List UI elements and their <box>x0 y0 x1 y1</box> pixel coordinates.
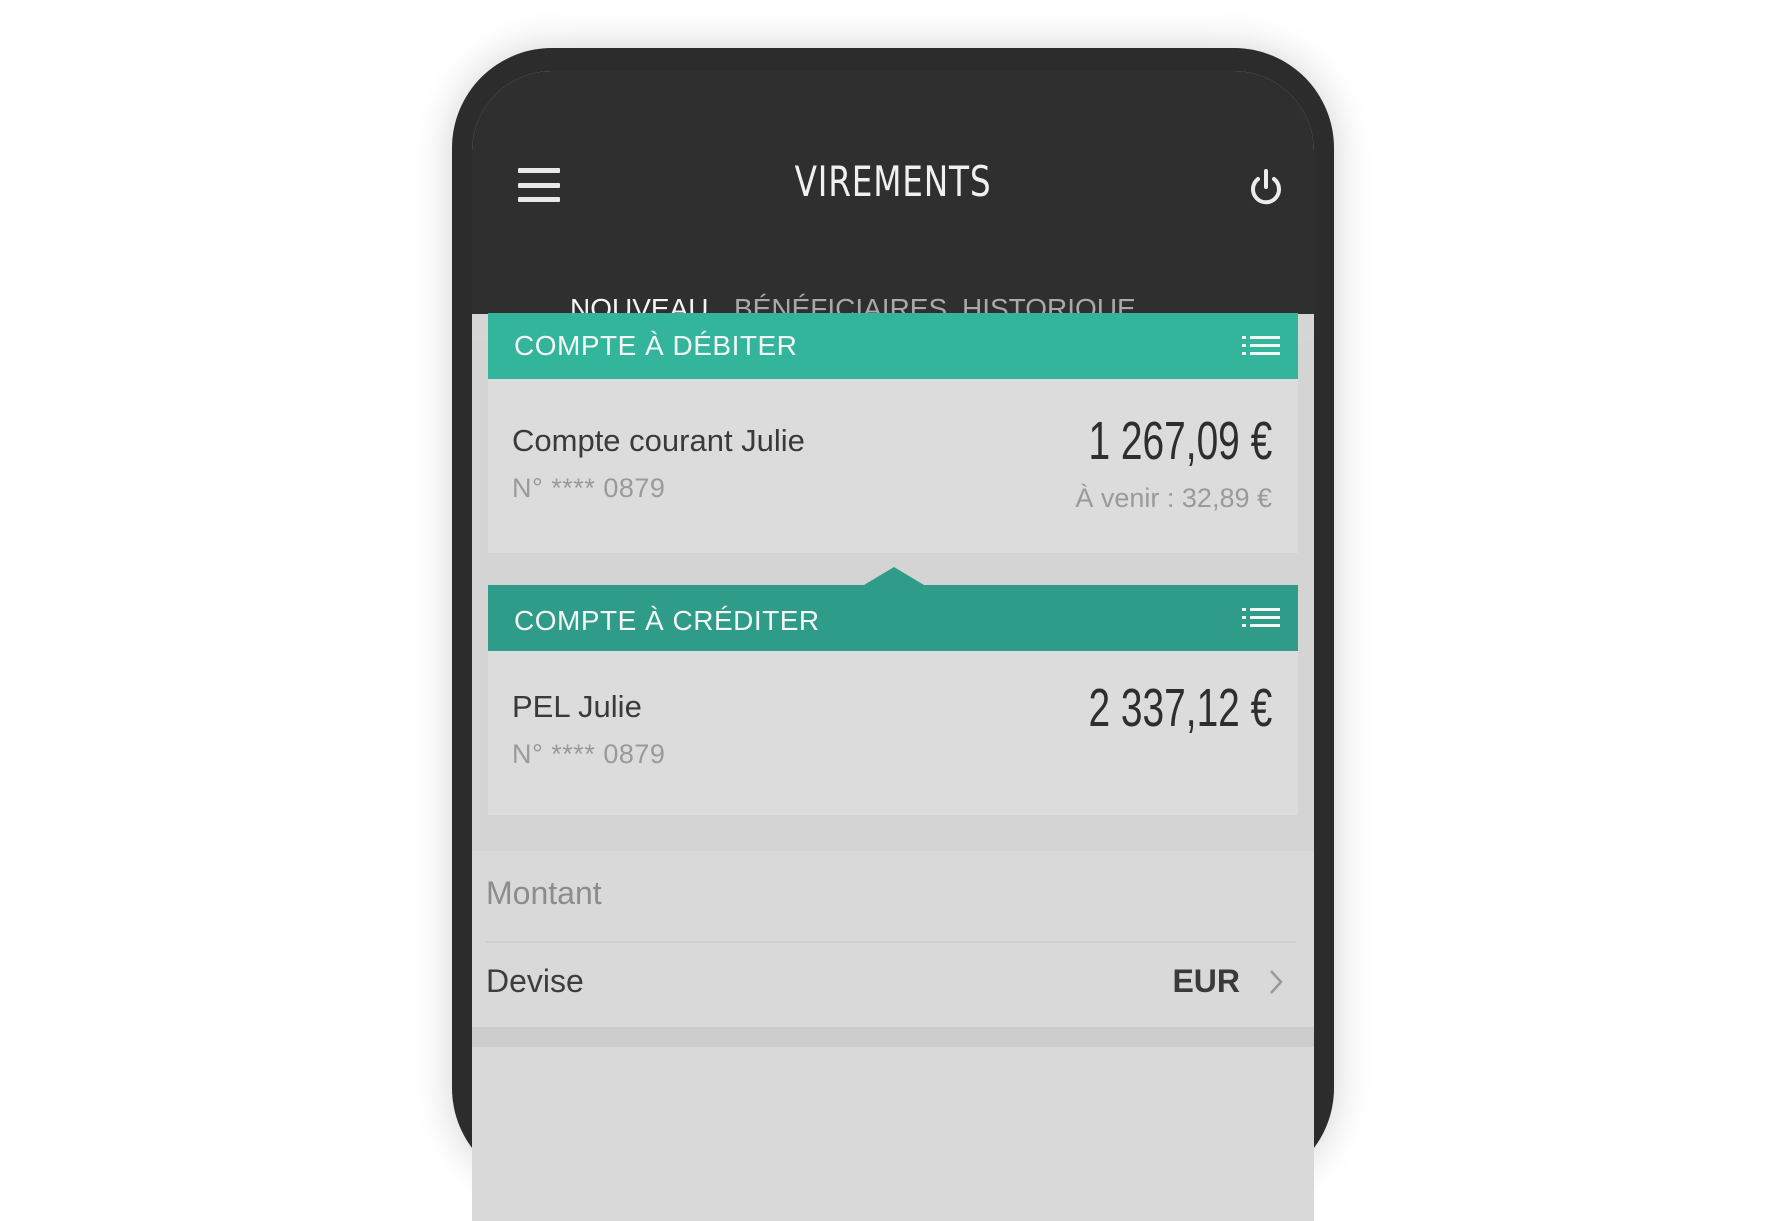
credit-card-header: COMPTE À CRÉDITER <box>488 585 1298 651</box>
debit-account-card[interactable]: COMPTE À DÉBITER Compte courant Julie N°… <box>488 313 1298 553</box>
debit-card-header: COMPTE À DÉBITER <box>488 313 1298 379</box>
section-separator <box>472 1027 1314 1047</box>
page-title: VIREMENTS <box>794 157 992 206</box>
main-content: COMPTE À DÉBITER Compte courant Julie N°… <box>472 313 1314 1221</box>
chevron-right-icon[interactable] <box>1268 968 1284 996</box>
credit-account-card[interactable]: COMPTE À CRÉDITER PEL Julie N° **** 0879… <box>488 567 1298 815</box>
power-icon[interactable] <box>1246 167 1286 211</box>
debit-account-name: Compte courant Julie <box>512 423 805 458</box>
credit-account-name: PEL Julie <box>512 689 642 724</box>
app-screen: VIREMENTS NOUVEAU BÉNÉFICIAIRES HISTORIQ… <box>472 71 1314 1221</box>
debit-upcoming-amount: À venir : 32,89 € <box>1075 483 1272 513</box>
currency-label: Devise <box>486 963 584 999</box>
list-icon[interactable] <box>1242 606 1280 630</box>
debit-account-number: N° **** 0879 <box>512 473 666 503</box>
top-app-bar: VIREMENTS <box>472 71 1314 314</box>
phone-frame: VIREMENTS NOUVEAU BÉNÉFICIAIRES HISTORIQ… <box>452 48 1334 1221</box>
debit-balance: 1 267,09 € <box>1088 411 1272 471</box>
currency-value[interactable]: EUR <box>1172 963 1240 1000</box>
credit-account-number: N° **** 0879 <box>512 739 666 769</box>
transfer-form: Montant Devise EUR <box>472 851 1314 1221</box>
divider <box>486 941 1296 943</box>
card-connector-notch <box>864 567 924 585</box>
list-icon[interactable] <box>1242 334 1280 358</box>
hamburger-menu-icon[interactable] <box>518 168 560 202</box>
credit-card-title: COMPTE À CRÉDITER <box>514 605 820 636</box>
credit-balance: 2 337,12 € <box>1088 678 1272 738</box>
amount-input[interactable]: Montant <box>486 875 602 912</box>
debit-card-title: COMPTE À DÉBITER <box>514 330 798 361</box>
